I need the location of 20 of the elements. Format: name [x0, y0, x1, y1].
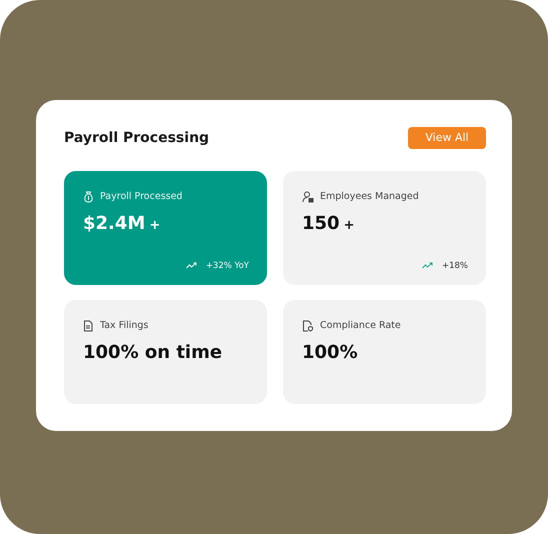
stat-suffix: +: [344, 218, 354, 232]
stat-value: 150: [302, 212, 340, 234]
document-icon: [83, 320, 94, 332]
stat-value: 100%: [302, 342, 358, 362]
stat-value: $2.4M: [83, 212, 146, 234]
stat-label: Employees Managed: [320, 191, 419, 202]
stat-suffix: +: [149, 218, 160, 232]
stat-label: Tax Filings: [100, 320, 148, 331]
trend-up-icon: [422, 262, 434, 269]
trend-text: +18%: [442, 260, 468, 270]
stat-label: Payroll Processed: [100, 191, 182, 202]
stat-label: Compliance Rate: [320, 320, 401, 331]
user-icon: [302, 190, 314, 202]
trend-up-icon: [186, 262, 198, 269]
document-shield-icon: [302, 320, 314, 332]
card-title: Payroll Processing: [64, 130, 210, 146]
stat-value: 100% on time: [83, 342, 222, 362]
money-bag-icon: [83, 190, 94, 202]
view-all-button[interactable]: View All: [408, 126, 486, 148]
trend-text: +32% YoY: [206, 260, 249, 270]
